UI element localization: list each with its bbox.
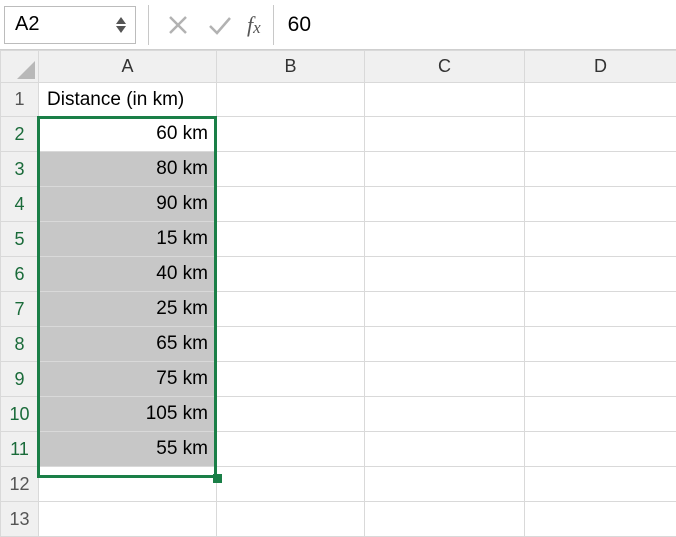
col-header-C[interactable]: C (365, 51, 525, 83)
cell-D11[interactable] (525, 432, 676, 467)
cell-C9[interactable] (365, 362, 525, 397)
select-all-corner[interactable] (1, 51, 39, 83)
cell-B2[interactable] (217, 117, 365, 152)
row-header-12[interactable]: 12 (1, 467, 39, 502)
cell-A4[interactable]: 90 km (39, 187, 217, 222)
cell-A7[interactable]: 25 km (39, 292, 217, 327)
cell-B4[interactable] (217, 187, 365, 222)
cell-D3[interactable] (525, 152, 676, 187)
cell-A5[interactable]: 15 km (39, 222, 217, 257)
cell-D2[interactable] (525, 117, 676, 152)
chevron-up-icon (115, 16, 127, 25)
cell-C2[interactable] (365, 117, 525, 152)
cell-D9[interactable] (525, 362, 676, 397)
cell-B3[interactable] (217, 152, 365, 187)
row-header-6[interactable]: 6 (1, 257, 39, 292)
cell-A8[interactable]: 65 km (39, 327, 217, 362)
cell-D6[interactable] (525, 257, 676, 292)
row-header-1[interactable]: 1 (1, 83, 39, 117)
name-box-stepper[interactable] (115, 16, 127, 34)
row-header-5[interactable]: 5 (1, 222, 39, 257)
cell-D5[interactable] (525, 222, 676, 257)
cell-C13[interactable] (365, 502, 525, 537)
chevron-down-icon (115, 25, 127, 34)
cell-B10[interactable] (217, 397, 365, 432)
cell-A1[interactable]: Distance (in km) (39, 83, 217, 117)
row-header-4[interactable]: 4 (1, 187, 39, 222)
row-header-11[interactable]: 11 (1, 432, 39, 467)
col-header-B[interactable]: B (217, 51, 365, 83)
cancel-button[interactable] (157, 5, 199, 45)
cell-C8[interactable] (365, 327, 525, 362)
cell-A9[interactable]: 75 km (39, 362, 217, 397)
divider (148, 5, 149, 45)
cell-A6[interactable]: 40 km (39, 257, 217, 292)
cell-D4[interactable] (525, 187, 676, 222)
cell-B11[interactable] (217, 432, 365, 467)
formula-value: 60 (288, 13, 311, 36)
spreadsheet-grid[interactable]: A B C D 1 Distance (in km) 2 60 km 3 80 … (0, 50, 676, 537)
row-header-8[interactable]: 8 (1, 327, 39, 362)
cell-A3[interactable]: 80 km (39, 152, 217, 187)
cell-C11[interactable] (365, 432, 525, 467)
formula-bar: A2 fx 60 (0, 0, 676, 50)
cell-B5[interactable] (217, 222, 365, 257)
divider (273, 5, 274, 45)
cell-A13[interactable] (39, 502, 217, 537)
cell-C6[interactable] (365, 257, 525, 292)
cell-C1[interactable] (365, 83, 525, 117)
row-header-10[interactable]: 10 (1, 397, 39, 432)
cell-B1[interactable] (217, 83, 365, 117)
confirm-button[interactable] (199, 5, 241, 45)
row-header-3[interactable]: 3 (1, 152, 39, 187)
cell-A10[interactable]: 105 km (39, 397, 217, 432)
check-icon (207, 14, 233, 36)
cell-B9[interactable] (217, 362, 365, 397)
name-box[interactable]: A2 (4, 6, 136, 44)
name-box-value: A2 (15, 13, 39, 36)
cell-C12[interactable] (365, 467, 525, 502)
cell-D8[interactable] (525, 327, 676, 362)
cell-C4[interactable] (365, 187, 525, 222)
cell-D10[interactable] (525, 397, 676, 432)
cell-D12[interactable] (525, 467, 676, 502)
cell-A11[interactable]: 55 km (39, 432, 217, 467)
row-header-13[interactable]: 13 (1, 502, 39, 537)
cell-B8[interactable] (217, 327, 365, 362)
cell-D1[interactable] (525, 83, 676, 117)
cell-D13[interactable] (525, 502, 676, 537)
cell-C10[interactable] (365, 397, 525, 432)
cell-C7[interactable] (365, 292, 525, 327)
row-header-7[interactable]: 7 (1, 292, 39, 327)
cell-B13[interactable] (217, 502, 365, 537)
cell-B7[interactable] (217, 292, 365, 327)
col-header-D[interactable]: D (525, 51, 676, 83)
cell-B12[interactable] (217, 467, 365, 502)
row-header-2[interactable]: 2 (1, 117, 39, 152)
cell-B6[interactable] (217, 257, 365, 292)
fx-label[interactable]: fx (247, 12, 261, 38)
cell-C3[interactable] (365, 152, 525, 187)
cell-A2[interactable]: 60 km (39, 117, 217, 152)
row-header-9[interactable]: 9 (1, 362, 39, 397)
col-header-A[interactable]: A (39, 51, 217, 83)
formula-input[interactable]: 60 (284, 13, 676, 37)
cell-C5[interactable] (365, 222, 525, 257)
cell-A12[interactable] (39, 467, 217, 502)
close-icon (167, 14, 189, 36)
cell-D7[interactable] (525, 292, 676, 327)
fill-handle[interactable] (213, 474, 222, 483)
